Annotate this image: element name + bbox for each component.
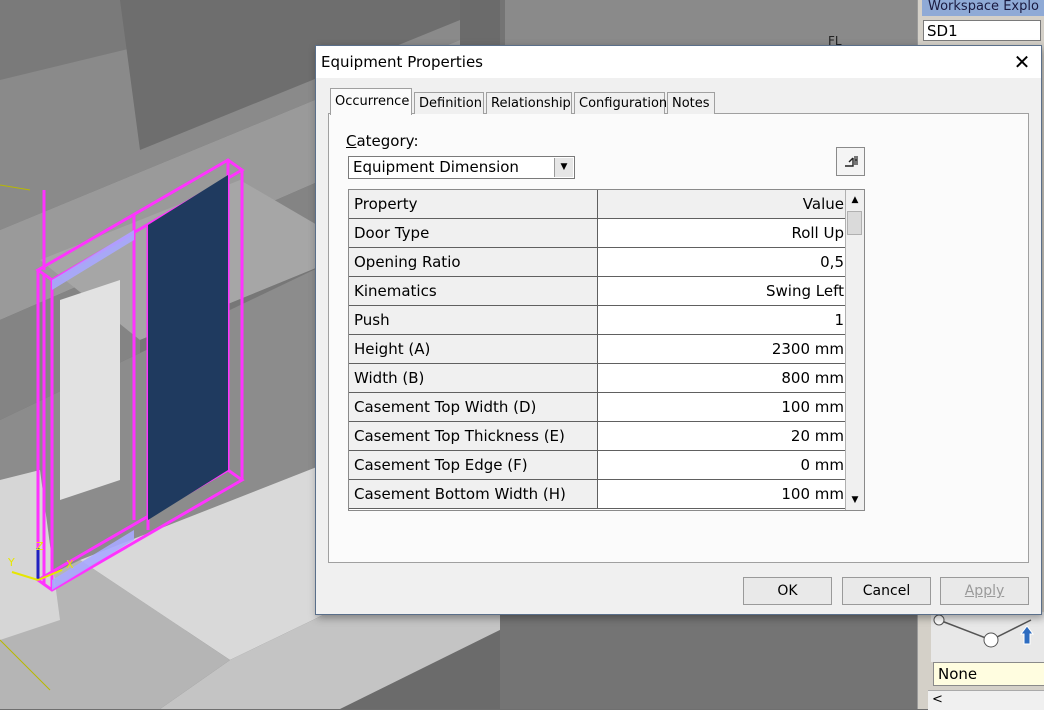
category-select[interactable]: Equipment Dimension ▼ bbox=[348, 156, 575, 179]
workspace-item-sd1[interactable]: SD1 bbox=[923, 20, 1041, 41]
property-value[interactable]: Roll Up bbox=[598, 219, 845, 247]
property-name: Height (A) bbox=[349, 335, 598, 363]
navigation-icon bbox=[933, 614, 1034, 648]
axis-y-label: Y bbox=[7, 556, 15, 569]
property-name: Push bbox=[349, 306, 598, 334]
table-row[interactable]: Casement Top Width (D) 100 mm bbox=[349, 393, 845, 422]
tab-occurrence[interactable]: Occurrence bbox=[330, 88, 412, 115]
property-value[interactable]: 1 bbox=[598, 306, 845, 334]
close-icon: ✕ bbox=[1013, 50, 1031, 74]
table-row[interactable]: Opening Ratio 0,5 bbox=[349, 248, 845, 277]
close-button[interactable]: ✕ bbox=[1005, 48, 1039, 76]
property-name: Opening Ratio bbox=[349, 248, 598, 276]
property-value[interactable]: 100 mm bbox=[598, 480, 845, 508]
properties-tool-button[interactable] bbox=[836, 147, 865, 176]
property-name: Casement Top Edge (F) bbox=[349, 451, 598, 479]
property-name: Casement Top Width (D) bbox=[349, 393, 598, 421]
chevron-down-icon[interactable]: ▼ bbox=[554, 158, 573, 177]
horizontal-scroll-left[interactable]: < bbox=[928, 690, 1044, 710]
scrollbar-thumb[interactable] bbox=[847, 211, 862, 235]
equipment-properties-dialog: Equipment Properties ✕ Occurrence Defini… bbox=[315, 45, 1042, 615]
table-row[interactable]: Door Type Roll Up bbox=[349, 219, 845, 248]
apply-button[interactable]: Apply bbox=[940, 577, 1029, 605]
grid-header-property: Property bbox=[349, 190, 598, 218]
axis-z-label: Z bbox=[36, 540, 44, 553]
table-row[interactable]: Width (B) 800 mm bbox=[349, 364, 845, 393]
property-grid: Property Value Door Type Roll Up Opening… bbox=[348, 189, 865, 511]
property-value[interactable]: 0 mm bbox=[598, 451, 845, 479]
category-label: Category: bbox=[346, 132, 419, 150]
axis-x-label: X bbox=[66, 558, 74, 571]
category-select-value: Equipment Dimension bbox=[353, 158, 519, 176]
property-value[interactable]: 0,5 bbox=[598, 248, 845, 276]
dialog-titlebar[interactable]: Equipment Properties ✕ bbox=[316, 46, 1041, 78]
tab-definition[interactable]: Definition bbox=[414, 92, 484, 114]
property-value[interactable]: 100 mm bbox=[598, 393, 845, 421]
ok-button[interactable]: OK bbox=[743, 577, 832, 605]
cancel-button[interactable]: Cancel bbox=[842, 577, 931, 605]
table-row[interactable]: Casement Top Edge (F) 0 mm bbox=[349, 451, 845, 480]
tab-configuration[interactable]: Configuration bbox=[574, 92, 667, 114]
property-name: Kinematics bbox=[349, 277, 598, 305]
dialog-title: Equipment Properties bbox=[321, 53, 483, 71]
property-name: Casement Bottom Width (H) bbox=[349, 480, 598, 508]
scroll-up-icon[interactable]: ▲ bbox=[846, 191, 864, 209]
property-name: Casement Top Thickness (E) bbox=[349, 422, 598, 450]
grid-header-row: Property Value bbox=[349, 190, 845, 219]
navigation-widget[interactable] bbox=[931, 612, 1044, 662]
table-row[interactable]: Casement Top Thickness (E) 20 mm bbox=[349, 422, 845, 451]
property-name: Door Type bbox=[349, 219, 598, 247]
scroll-down-icon[interactable]: ▼ bbox=[846, 491, 864, 509]
table-row[interactable]: Casement Bottom Width (H) 100 mm bbox=[349, 480, 845, 509]
tab-relationship[interactable]: Relationship bbox=[486, 92, 572, 114]
table-row[interactable]: Push 1 bbox=[349, 306, 845, 335]
property-name: Width (B) bbox=[349, 364, 598, 392]
none-field[interactable]: None bbox=[933, 662, 1044, 686]
tab-notes[interactable]: Notes bbox=[667, 92, 715, 114]
properties-tool-icon bbox=[844, 156, 858, 167]
property-value[interactable]: 20 mm bbox=[598, 422, 845, 450]
property-value[interactable]: Swing Left bbox=[598, 277, 845, 305]
grid-header-value: Value bbox=[598, 190, 845, 218]
table-row[interactable]: Height (A) 2300 mm bbox=[349, 335, 845, 364]
grid-vertical-scrollbar[interactable]: ▲ ▼ bbox=[845, 190, 864, 510]
property-value[interactable]: 800 mm bbox=[598, 364, 845, 392]
table-row[interactable]: Kinematics Swing Left bbox=[349, 277, 845, 306]
property-value[interactable]: 2300 mm bbox=[598, 335, 845, 363]
workspace-explorer-title: Workspace Explo bbox=[922, 0, 1044, 16]
